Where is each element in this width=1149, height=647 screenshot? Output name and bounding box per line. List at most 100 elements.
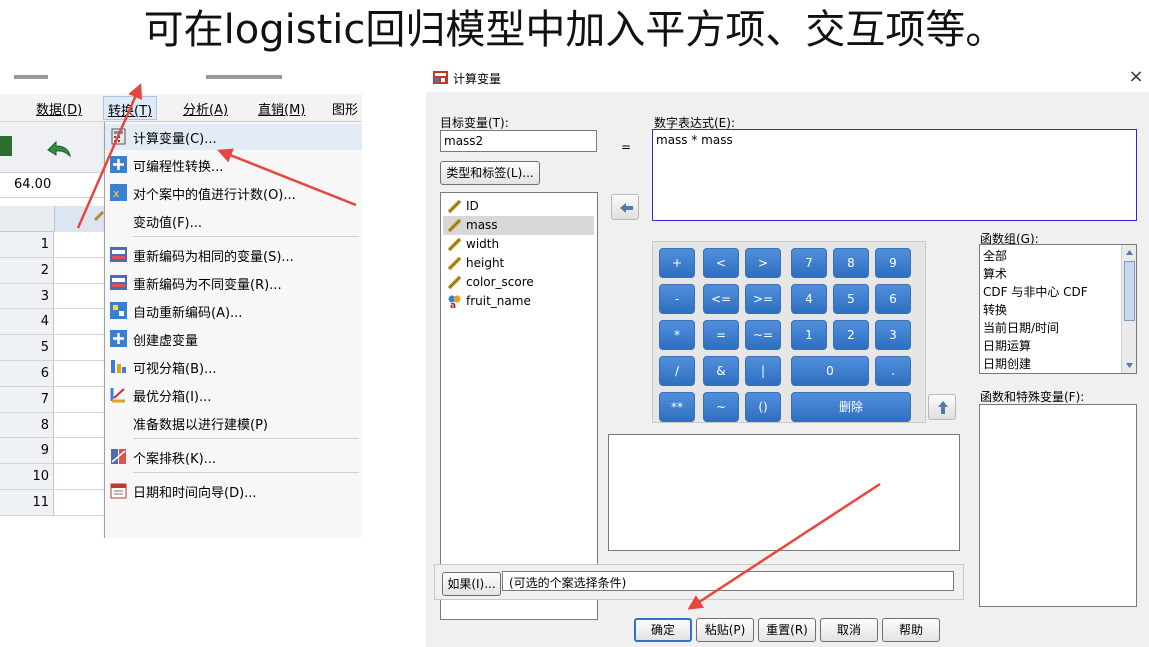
move-to-expression-button[interactable] — [611, 194, 639, 220]
key-delete[interactable]: 删除 — [791, 392, 911, 422]
variable-list[interactable]: ID mass width height color_score a fruit… — [440, 192, 598, 620]
key-less-than[interactable]: < — [703, 248, 739, 278]
menu-item-prepare-data-modeling[interactable]: 准备数据以进行建模(P) — [105, 410, 362, 436]
key-4[interactable]: 4 — [791, 284, 827, 314]
table-row[interactable]: 10 — [0, 464, 104, 490]
type-and-label-button[interactable]: 类型和标签(L)... — [440, 161, 540, 185]
grid-header — [0, 206, 105, 232]
ok-button[interactable]: 确定 — [634, 618, 692, 642]
data-grid: 1 2 3 4 5 6 7 8 9 10 11 — [0, 232, 104, 516]
close-icon[interactable]: × — [1126, 67, 1146, 87]
functions-label: 函数和特殊变量(F): — [980, 390, 1085, 404]
column-header-selected[interactable] — [54, 206, 105, 232]
key-not[interactable]: ~ — [703, 392, 739, 422]
key-equal[interactable]: = — [703, 320, 739, 350]
list-item[interactable]: 算术 — [983, 265, 1007, 282]
paste-button[interactable]: 粘贴(P) — [696, 618, 754, 642]
key-6[interactable]: 6 — [875, 284, 911, 314]
key-plus[interactable]: + — [659, 248, 695, 278]
nominal-variable-icon: a — [447, 294, 462, 311]
table-row[interactable]: 1 — [0, 232, 104, 258]
key-divide[interactable]: / — [659, 356, 695, 386]
menu-item-create-dummy[interactable]: 创建虚变量 — [105, 326, 362, 352]
menu-item-auto-recode[interactable]: 自动重新编码(A)... — [105, 298, 362, 324]
key-and[interactable]: & — [703, 356, 739, 386]
menu-item-programmability-transform[interactable]: 可编程性转换... — [105, 152, 362, 178]
list-item[interactable]: 全部 — [983, 247, 1007, 264]
table-row[interactable]: 2 — [0, 257, 104, 284]
table-row[interactable]: 4 — [0, 309, 104, 336]
key-decimal[interactable]: . — [875, 356, 911, 386]
menu-item-compute-variable[interactable]: 计算变量(C)... — [105, 124, 362, 150]
compute-variable-dialog: 计算变量 × 目标变量(T): mass2 = 数字表达式(E): mass *… — [426, 64, 1149, 647]
move-function-up-button[interactable] — [928, 394, 956, 420]
list-item[interactable]: 转换 — [983, 301, 1007, 318]
key-less-equal[interactable]: <= — [703, 284, 739, 314]
list-item[interactable]: 日期创建 — [983, 355, 1031, 372]
menu-item-optimal-binning[interactable]: 最优分箱(I)... — [105, 382, 362, 408]
key-multiply[interactable]: * — [659, 320, 695, 350]
menu-direct-marketing[interactable]: 直销(M) — [258, 99, 305, 118]
menu-transform[interactable]: 转换(T) — [103, 96, 158, 120]
svg-text:a: a — [450, 301, 456, 309]
table-row[interactable]: 5 — [0, 335, 104, 361]
menu-data[interactable]: 数据(D) — [36, 99, 82, 118]
undo-icon[interactable] — [42, 132, 76, 162]
functions-list[interactable] — [979, 404, 1137, 607]
list-item[interactable]: ID — [443, 197, 594, 216]
key-parentheses[interactable]: () — [745, 392, 781, 422]
target-variable-input[interactable]: mass2 — [440, 130, 597, 152]
menu-item-visual-binning[interactable]: 可视分箱(B)... — [105, 354, 362, 380]
key-greater-than[interactable]: > — [745, 248, 781, 278]
toolbar-open-icon[interactable] — [0, 132, 34, 162]
list-item[interactable]: mass — [443, 216, 594, 235]
toolbar — [0, 122, 104, 172]
ruler-icon — [447, 237, 462, 252]
menu-item-recode-different[interactable]: 重新编码为不同变量(R)... — [105, 270, 362, 296]
menu-bar: 数据(D) 转换(T) 分析(A) 直销(M) 图形 — [0, 94, 362, 122]
table-row[interactable]: 6 — [0, 360, 104, 387]
help-button[interactable]: 帮助 — [882, 618, 940, 642]
function-group-list[interactable]: 全部 算术 CDF 与非中心 CDF 转换 当前日期/时间 日期运算 日期创建 — [979, 244, 1137, 374]
menu-graphs[interactable]: 图形 — [332, 99, 358, 118]
key-minus[interactable]: - — [659, 284, 695, 314]
menu-item-date-time-wizard[interactable]: 日期和时间向导(D)... — [105, 478, 362, 504]
list-item[interactable]: width — [443, 235, 594, 254]
key-power[interactable]: ** — [659, 392, 695, 422]
list-item[interactable]: 日期运算 — [983, 337, 1031, 354]
key-or[interactable]: | — [745, 356, 781, 386]
key-1[interactable]: 1 — [791, 320, 827, 350]
menu-item-recode-same[interactable]: 重新编码为相同的变量(S)... — [105, 242, 362, 268]
key-greater-equal[interactable]: >= — [745, 284, 781, 314]
cancel-button[interactable]: 取消 — [820, 618, 878, 642]
key-5[interactable]: 5 — [833, 284, 869, 314]
list-item[interactable]: color_score — [443, 273, 594, 292]
key-2[interactable]: 2 — [833, 320, 869, 350]
menu-item-count-values[interactable]: x 对个案中的值进行计数(O)... — [105, 180, 362, 206]
key-0[interactable]: 0 — [791, 356, 869, 386]
if-button[interactable]: 如果(I)... — [442, 572, 501, 596]
table-row[interactable]: 8 — [0, 412, 104, 439]
list-item[interactable]: a fruit_name — [443, 292, 594, 311]
table-row[interactable]: 11 — [0, 489, 104, 516]
transform-menu-screenshot: 数据(D) 转换(T) 分析(A) 直销(M) 图形 64.00 1 2 3 4… — [0, 66, 362, 538]
list-item[interactable]: 当前日期/时间 — [983, 319, 1059, 336]
key-not-equal[interactable]: ~= — [745, 320, 781, 350]
key-8[interactable]: 8 — [833, 248, 869, 278]
key-9[interactable]: 9 — [875, 248, 911, 278]
function-group-scrollbar[interactable] — [1121, 245, 1136, 373]
menu-item-rank-cases[interactable]: 个案排秩(K)... — [105, 444, 362, 470]
list-item[interactable]: CDF 与非中心 CDF — [983, 283, 1088, 300]
table-row[interactable]: 7 — [0, 386, 104, 413]
table-row[interactable]: 3 — [0, 283, 104, 310]
list-item[interactable]: height — [443, 254, 594, 273]
menu-analyze[interactable]: 分析(A) — [183, 99, 228, 118]
reset-button[interactable]: 重置(R) — [758, 618, 816, 642]
key-3[interactable]: 3 — [875, 320, 911, 350]
numeric-expression-input[interactable]: mass * mass — [652, 129, 1137, 221]
key-7[interactable]: 7 — [791, 248, 827, 278]
dialog-titlebar: 计算变量 × — [426, 64, 1149, 92]
table-row[interactable]: 9 — [0, 438, 104, 465]
cell-value-bar[interactable]: 64.00 — [0, 172, 104, 198]
menu-item-shift-values[interactable]: 变动值(F)... — [105, 208, 362, 234]
